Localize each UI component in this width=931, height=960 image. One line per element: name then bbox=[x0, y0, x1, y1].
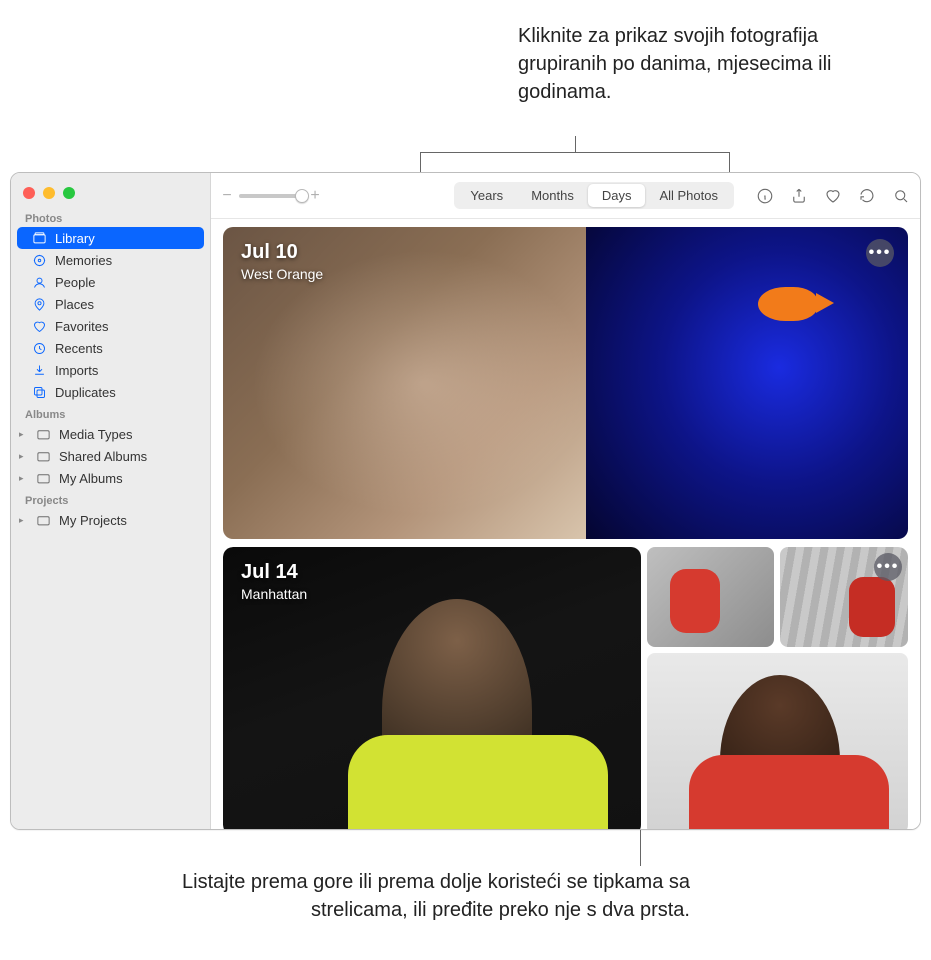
library-icon bbox=[31, 230, 47, 246]
fullscreen-window-button[interactable] bbox=[63, 187, 75, 199]
photo-grid[interactable]: Jul 10 West Orange ••• Jul 14 Manhattan bbox=[211, 219, 920, 829]
day-card[interactable]: Jul 10 West Orange ••• bbox=[223, 227, 908, 539]
zoom-out-button[interactable]: − bbox=[221, 187, 233, 205]
chevron-right-icon: ▸ bbox=[19, 473, 27, 484]
rotate-icon[interactable] bbox=[858, 187, 876, 205]
favorite-icon[interactable] bbox=[824, 187, 842, 205]
zoom-slider[interactable] bbox=[239, 194, 303, 198]
close-window-button[interactable] bbox=[23, 187, 35, 199]
sidebar-section-projects: Projects bbox=[11, 489, 210, 509]
chevron-right-icon: ▸ bbox=[19, 451, 27, 462]
photo-thumbnail[interactable] bbox=[647, 653, 908, 829]
sidebar-item-imports[interactable]: Imports bbox=[11, 359, 210, 381]
sidebar-item-media-types[interactable]: ▸ Media Types bbox=[11, 423, 210, 445]
sidebar-item-memories[interactable]: Memories bbox=[11, 249, 210, 271]
photo-thumbnail[interactable] bbox=[586, 227, 908, 539]
sidebar-item-recents[interactable]: Recents bbox=[11, 337, 210, 359]
photo-thumbnail[interactable] bbox=[647, 547, 775, 647]
photos-app-window: Photos Library Memories People Places bbox=[10, 172, 921, 830]
photo-thumbnail[interactable]: ••• bbox=[780, 547, 908, 647]
tab-all-photos[interactable]: All Photos bbox=[645, 184, 732, 207]
sidebar-item-label: Places bbox=[55, 297, 94, 312]
more-button[interactable]: ••• bbox=[874, 553, 902, 581]
places-icon bbox=[31, 296, 47, 312]
sidebar-item-label: My Albums bbox=[59, 471, 123, 486]
day-card[interactable]: Jul 14 Manhattan ••• bbox=[223, 547, 908, 829]
info-icon[interactable] bbox=[756, 187, 774, 205]
sidebar-item-favorites[interactable]: Favorites bbox=[11, 315, 210, 337]
sidebar-section-photos: Photos bbox=[11, 207, 210, 227]
people-icon bbox=[31, 274, 47, 290]
day-header: Jul 14 Manhattan bbox=[241, 561, 307, 602]
sidebar-item-duplicates[interactable]: Duplicates bbox=[11, 381, 210, 403]
chevron-right-icon: ▸ bbox=[19, 515, 27, 526]
photo-content bbox=[348, 735, 608, 829]
thumbnail-column: ••• bbox=[647, 547, 908, 829]
sidebar-item-label: Memories bbox=[55, 253, 112, 268]
toolbar-actions bbox=[756, 187, 910, 205]
folder-icon bbox=[35, 512, 51, 528]
sidebar-item-label: Favorites bbox=[55, 319, 108, 334]
sidebar-item-label: People bbox=[55, 275, 95, 290]
sidebar-item-label: Imports bbox=[55, 363, 98, 378]
folder-icon bbox=[35, 426, 51, 442]
sidebar-item-label: Recents bbox=[55, 341, 103, 356]
sidebar-item-label: Media Types bbox=[59, 427, 132, 442]
photo-content bbox=[758, 287, 818, 321]
memories-icon bbox=[31, 252, 47, 268]
clock-icon bbox=[31, 340, 47, 356]
sidebar-item-library[interactable]: Library bbox=[17, 227, 204, 249]
minimize-window-button[interactable] bbox=[43, 187, 55, 199]
photo-thumbnail[interactable]: Jul 14 Manhattan bbox=[223, 547, 641, 829]
sidebar-item-label: Duplicates bbox=[55, 385, 116, 400]
toolbar: − + Years Months Days All Photos bbox=[211, 173, 920, 219]
more-button[interactable]: ••• bbox=[866, 239, 894, 267]
ellipsis-icon: ••• bbox=[869, 244, 892, 262]
sidebar-item-label: My Projects bbox=[59, 513, 127, 528]
ellipsis-icon: ••• bbox=[877, 558, 900, 576]
callout-bracket bbox=[420, 152, 730, 172]
day-header: Jul 10 West Orange bbox=[241, 241, 323, 282]
sidebar-item-label: Shared Albums bbox=[59, 449, 147, 464]
sidebar-item-label: Library bbox=[55, 231, 95, 246]
zoom-control: − + bbox=[221, 187, 321, 205]
share-icon[interactable] bbox=[790, 187, 808, 205]
folder-icon bbox=[35, 470, 51, 486]
day-date: Jul 14 bbox=[241, 561, 307, 584]
duplicates-icon bbox=[31, 384, 47, 400]
callout-text-top: Kliknite za prikaz svojih fotografija gr… bbox=[518, 22, 878, 106]
callout-line bbox=[575, 136, 576, 153]
tab-months[interactable]: Months bbox=[517, 184, 588, 207]
window-controls bbox=[11, 173, 210, 207]
folder-icon bbox=[35, 448, 51, 464]
tab-days[interactable]: Days bbox=[588, 184, 646, 207]
sidebar-item-people[interactable]: People bbox=[11, 271, 210, 293]
sidebar-item-my-projects[interactable]: ▸ My Projects bbox=[11, 509, 210, 531]
zoom-in-button[interactable]: + bbox=[309, 187, 321, 205]
main-area: − + Years Months Days All Photos bbox=[211, 173, 920, 829]
heart-icon bbox=[31, 318, 47, 334]
search-icon[interactable] bbox=[892, 187, 910, 205]
view-segmented-control: Years Months Days All Photos bbox=[454, 182, 734, 209]
callout-line bbox=[640, 830, 641, 866]
sidebar: Photos Library Memories People Places bbox=[11, 173, 211, 829]
slider-thumb[interactable] bbox=[295, 189, 309, 203]
chevron-right-icon: ▸ bbox=[19, 429, 27, 440]
day-place: West Orange bbox=[241, 266, 323, 282]
download-icon bbox=[31, 362, 47, 378]
photo-content bbox=[689, 755, 889, 829]
sidebar-section-albums: Albums bbox=[11, 403, 210, 423]
day-place: Manhattan bbox=[241, 586, 307, 602]
sidebar-item-my-albums[interactable]: ▸ My Albums bbox=[11, 467, 210, 489]
sidebar-item-places[interactable]: Places bbox=[11, 293, 210, 315]
callout-text-bottom: Listajte prema gore ili prema dolje kori… bbox=[150, 868, 690, 924]
tab-years[interactable]: Years bbox=[456, 184, 517, 207]
day-date: Jul 10 bbox=[241, 241, 323, 264]
sidebar-item-shared-albums[interactable]: ▸ Shared Albums bbox=[11, 445, 210, 467]
